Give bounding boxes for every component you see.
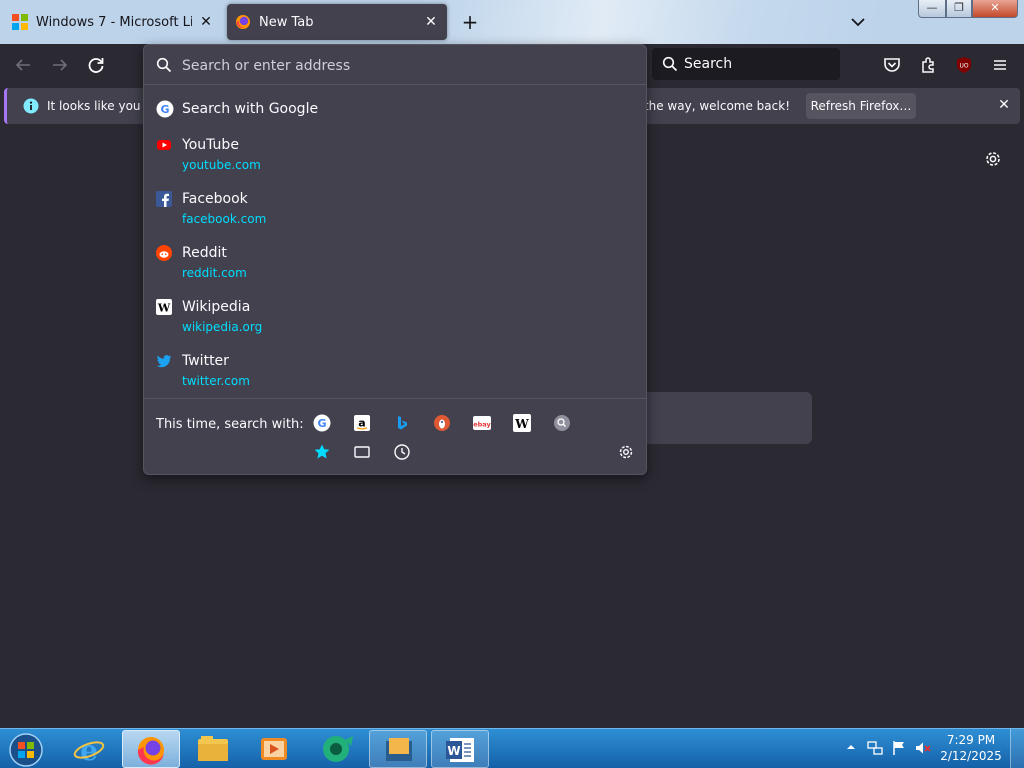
result-title: Search with Google [182,101,319,117]
back-icon[interactable] [11,53,35,77]
tab-strip: Windows 7 - Microsoft Lifecycle ✕ New Ta… [0,0,1024,44]
tab-title: Windows 7 - Microsoft Lifecycle [36,14,192,30]
customize-gear-icon[interactable] [983,149,1003,169]
word-icon[interactable]: W [431,730,489,768]
result-youtube[interactable]: YouTube youtube.com [148,131,642,181]
youtube-icon [156,137,172,153]
result-reddit[interactable]: Reddit reddit.com [148,239,642,289]
notification-text-tail: y the way, welcome back! [633,99,791,113]
tray-chevron-icon[interactable] [845,741,857,753]
history-clock-icon[interactable] [393,443,411,461]
search-icon [662,56,678,72]
result-twitter[interactable]: Twitter twitter.com [148,347,642,397]
forward-icon[interactable] [48,53,72,77]
clock-date[interactable]: 2/12/2025 [940,749,1002,763]
network-icon[interactable] [866,739,884,757]
bing-engine-icon[interactable] [393,414,411,432]
show-desktop-button[interactable] [1010,729,1024,768]
google-icon: G [156,100,174,118]
one-off-separator [144,398,646,399]
start-button[interactable] [6,731,46,768]
urlbar-dropdown: G Search with Google YouTube youtube.com… [143,44,647,475]
action-center-flag-icon[interactable] [890,739,908,757]
refresh-firefox-button[interactable]: Refresh Firefox… [806,93,916,119]
result-title: YouTube [182,137,239,153]
reddit-icon [156,245,172,261]
svg-text:ebay: ebay [473,421,491,429]
window-close-button[interactable]: ✕ [972,0,1018,18]
ublock-origin-icon[interactable]: UO [952,53,976,77]
result-url: facebook.com [182,212,267,226]
wikipedia-engine-icon[interactable]: W [513,414,531,432]
media-player-icon[interactable] [245,730,303,768]
svg-text:a: a [358,417,365,430]
urlbar[interactable] [144,45,646,85]
tabs-icon[interactable] [353,443,371,461]
windows-logo-icon [12,14,28,30]
svg-text:UO: UO [959,63,968,70]
svg-text:W: W [514,417,529,431]
duckduckgo-engine-icon[interactable] [433,414,451,432]
svg-text:G: G [160,103,169,116]
svg-text:G: G [317,417,326,430]
file-explorer-icon[interactable] [184,730,242,768]
amazon-engine-icon[interactable]: a [353,414,371,432]
result-title: Facebook [182,191,248,207]
result-url: twitter.com [182,374,250,388]
search-bar-placeholder: Search [684,56,733,72]
result-url: reddit.com [182,266,247,280]
maximize-button[interactable]: ❐ [946,0,972,18]
tab-title: New Tab [259,14,314,30]
newtab-search-box[interactable] [640,392,812,444]
menu-hamburger-icon[interactable] [988,53,1012,77]
search-bar[interactable]: Search [652,48,840,80]
search-with-google-result[interactable]: G Search with Google [148,95,642,123]
tab-new-tab[interactable]: New Tab ✕ [227,4,447,40]
twitter-icon [156,353,172,369]
result-title: Twitter [182,353,229,369]
list-all-tabs-icon[interactable] [846,10,870,34]
internet-explorer-icon[interactable]: e [60,730,118,768]
firefox-taskbar-icon[interactable] [122,730,180,768]
close-tab-icon[interactable]: ✕ [198,14,214,30]
app-window-icon[interactable] [369,730,427,768]
close-notification-icon[interactable]: ✕ [995,96,1013,114]
address-input[interactable] [182,55,622,77]
other-engine-icon[interactable] [553,414,571,432]
new-tab-button[interactable]: + [456,8,484,36]
firefox-icon [235,14,251,30]
minimize-button[interactable]: — [918,0,946,18]
wikipedia-icon: W [156,299,172,315]
result-url: wikipedia.org [182,320,263,334]
close-tab-icon[interactable]: ✕ [423,14,439,30]
svg-text:e: e [80,734,98,767]
extensions-icon[interactable] [917,53,941,77]
webcam-app-icon[interactable] [307,730,365,768]
result-url: youtube.com [182,158,261,172]
result-title: Reddit [182,245,227,261]
tab-windows7-lifecycle[interactable]: Windows 7 - Microsoft Lifecycle ✕ [4,4,222,40]
result-facebook[interactable]: Facebook facebook.com [148,185,642,235]
volume-muted-icon[interactable] [914,739,932,757]
info-icon [23,98,39,114]
svg-text:W: W [447,744,460,758]
one-off-label: This time, search with: [156,417,304,432]
result-wikipedia[interactable]: W Wikipedia wikipedia.org [148,293,642,343]
bookmarks-star-icon[interactable] [313,443,331,461]
search-icon [156,57,172,73]
ebay-engine-icon[interactable]: ebay [473,414,491,432]
facebook-icon [156,191,172,207]
google-engine-icon[interactable]: G [313,414,331,432]
search-settings-gear-icon[interactable] [617,443,635,461]
taskbar: e W 7:29 PM 2/12/2025 [0,728,1024,768]
pocket-icon[interactable] [880,53,904,77]
svg-text:W: W [157,302,171,315]
reload-icon[interactable] [84,53,108,77]
result-title: Wikipedia [182,299,251,315]
clock-time[interactable]: 7:29 PM [940,733,1002,747]
